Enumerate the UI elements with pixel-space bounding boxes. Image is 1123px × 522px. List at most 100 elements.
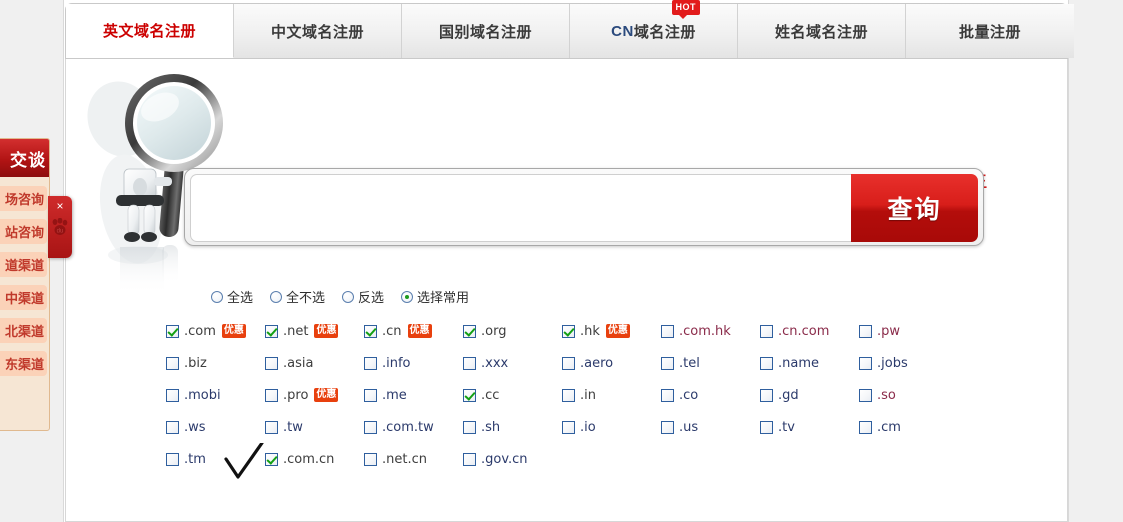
tld-label-14: .name <box>778 355 819 371</box>
checkbox-icon[interactable] <box>265 324 278 338</box>
tld-option-0[interactable]: .com 优惠 <box>166 321 265 341</box>
checkbox-icon[interactable] <box>760 324 773 338</box>
checkbox-icon[interactable] <box>562 420 575 434</box>
checkbox-icon[interactable] <box>166 356 179 370</box>
tld-option-27[interactable]: .sh <box>463 417 562 437</box>
checkbox-icon[interactable] <box>463 324 476 338</box>
tld-option-15[interactable]: .jobs <box>859 353 958 373</box>
checkbox-icon[interactable] <box>463 420 476 434</box>
checkbox-icon[interactable] <box>166 420 179 434</box>
checkbox-icon[interactable] <box>661 324 674 338</box>
select-mode-option-2[interactable]: 反选 <box>342 287 384 306</box>
checkbox-icon[interactable] <box>661 420 674 434</box>
tld-option-2[interactable]: .cn 优惠 <box>364 321 463 341</box>
chat-item-2[interactable]: 道渠道 <box>0 252 47 277</box>
tld-option-32[interactable]: .tm <box>166 449 265 469</box>
tld-option-6[interactable]: .cn.com <box>760 321 859 341</box>
radio-icon[interactable] <box>270 290 283 303</box>
checkbox-icon[interactable] <box>364 420 377 434</box>
tld-option-12[interactable]: .aero <box>562 353 661 373</box>
tld-option-25[interactable]: .tw <box>265 417 364 437</box>
chat-item-1[interactable]: 站咨询 <box>0 219 47 244</box>
checkbox-icon[interactable] <box>364 452 377 466</box>
checkbox-icon[interactable] <box>859 356 872 370</box>
tld-option-22[interactable]: .gd <box>760 385 859 405</box>
tab-5[interactable]: 批量注册 <box>906 4 1074 58</box>
tld-option-17[interactable]: .pro 优惠 <box>265 385 364 405</box>
tld-option-16[interactable]: .mobi <box>166 385 265 405</box>
tld-option-11[interactable]: .xxx <box>463 353 562 373</box>
checkbox-icon[interactable] <box>661 388 674 402</box>
checkbox-icon[interactable] <box>463 388 476 402</box>
tld-option-29[interactable]: .us <box>661 417 760 437</box>
checkbox-icon[interactable] <box>166 452 179 466</box>
tld-option-35[interactable]: .gov.cn <box>463 449 562 469</box>
checkbox-icon[interactable] <box>562 356 575 370</box>
select-mode-label-0: 全选 <box>227 291 254 306</box>
checkbox-icon[interactable] <box>562 388 575 402</box>
checkbox-icon[interactable] <box>859 420 872 434</box>
checkbox-icon[interactable] <box>265 452 278 466</box>
tld-option-34[interactable]: .net.cn <box>364 449 463 469</box>
checkbox-icon[interactable] <box>859 324 872 338</box>
tld-option-28[interactable]: .io <box>562 417 661 437</box>
tld-option-8[interactable]: .biz <box>166 353 265 373</box>
chat-item-0[interactable]: 场咨询 <box>0 186 47 211</box>
tld-label-4: .hk <box>580 323 600 339</box>
tld-option-26[interactable]: .com.tw <box>364 417 463 437</box>
close-icon[interactable]: × <box>56 200 63 212</box>
checkbox-icon[interactable] <box>364 388 377 402</box>
checkbox-icon[interactable] <box>265 356 278 370</box>
checkbox-icon[interactable] <box>265 420 278 434</box>
select-mode-option-3[interactable]: 选择常用 <box>401 287 469 306</box>
chat-item-5[interactable]: 东渠道 <box>0 351 47 376</box>
tld-option-4[interactable]: .hk 优惠 <box>562 321 661 341</box>
checkbox-icon[interactable] <box>859 388 872 402</box>
tld-option-19[interactable]: .cc <box>463 385 562 405</box>
checkbox-icon[interactable] <box>760 388 773 402</box>
checkbox-icon[interactable] <box>760 420 773 434</box>
checkbox-icon[interactable] <box>265 388 278 402</box>
tab-4[interactable]: 姓名域名注册 <box>738 4 906 58</box>
checkbox-icon[interactable] <box>166 388 179 402</box>
checkbox-icon[interactable] <box>661 356 674 370</box>
tld-option-14[interactable]: .name <box>760 353 859 373</box>
tld-option-24[interactable]: .ws <box>166 417 265 437</box>
tab-3[interactable]: CN 域名注册 HOT <box>570 0 738 58</box>
checkbox-icon[interactable] <box>166 324 179 338</box>
radio-icon[interactable] <box>342 290 355 303</box>
tab-0[interactable]: 英文域名注册 <box>66 4 234 58</box>
tld-option-18[interactable]: .me <box>364 385 463 405</box>
tld-option-1[interactable]: .net 优惠 <box>265 321 364 341</box>
tld-option-10[interactable]: .info <box>364 353 463 373</box>
tld-option-13[interactable]: .tel <box>661 353 760 373</box>
chat-consult-widget[interactable]: 交谈 场咨询 站咨询 道渠道 中渠道 北渠道 东渠道 <box>0 138 50 431</box>
tab-2[interactable]: 国别域名注册 <box>402 4 570 58</box>
tld-option-3[interactable]: .org <box>463 321 562 341</box>
checkbox-icon[interactable] <box>562 324 575 338</box>
chat-item-3[interactable]: 中渠道 <box>0 285 47 310</box>
search-submit-button[interactable]: 查询 <box>851 174 978 242</box>
select-mode-option-1[interactable]: 全不选 <box>270 287 325 306</box>
radio-icon[interactable] <box>211 290 223 303</box>
checkbox-icon[interactable] <box>463 356 476 370</box>
tld-option-20[interactable]: .in <box>562 385 661 405</box>
domain-search-input[interactable] <box>190 174 851 242</box>
radio-icon[interactable] <box>401 290 414 303</box>
tld-option-21[interactable]: .co <box>661 385 760 405</box>
tld-option-7[interactable]: .pw <box>859 321 958 341</box>
tld-option-5[interactable]: .com.hk <box>661 321 760 341</box>
checkbox-icon[interactable] <box>463 452 476 466</box>
tld-option-31[interactable]: .cm <box>859 417 958 437</box>
checkbox-icon[interactable] <box>364 324 377 338</box>
tld-option-9[interactable]: .asia <box>265 353 364 373</box>
tld-option-23[interactable]: .so <box>859 385 958 405</box>
chat-widget-close-tab[interactable]: × du <box>48 196 72 258</box>
tld-option-33[interactable]: .com.cn <box>265 449 364 469</box>
checkbox-icon[interactable] <box>364 356 377 370</box>
tld-option-30[interactable]: .tv <box>760 417 859 437</box>
select-mode-option-0[interactable]: 全选 <box>211 287 253 306</box>
chat-item-4[interactable]: 北渠道 <box>0 318 47 343</box>
checkbox-icon[interactable] <box>760 356 773 370</box>
tab-1[interactable]: 中文域名注册 <box>234 4 402 58</box>
